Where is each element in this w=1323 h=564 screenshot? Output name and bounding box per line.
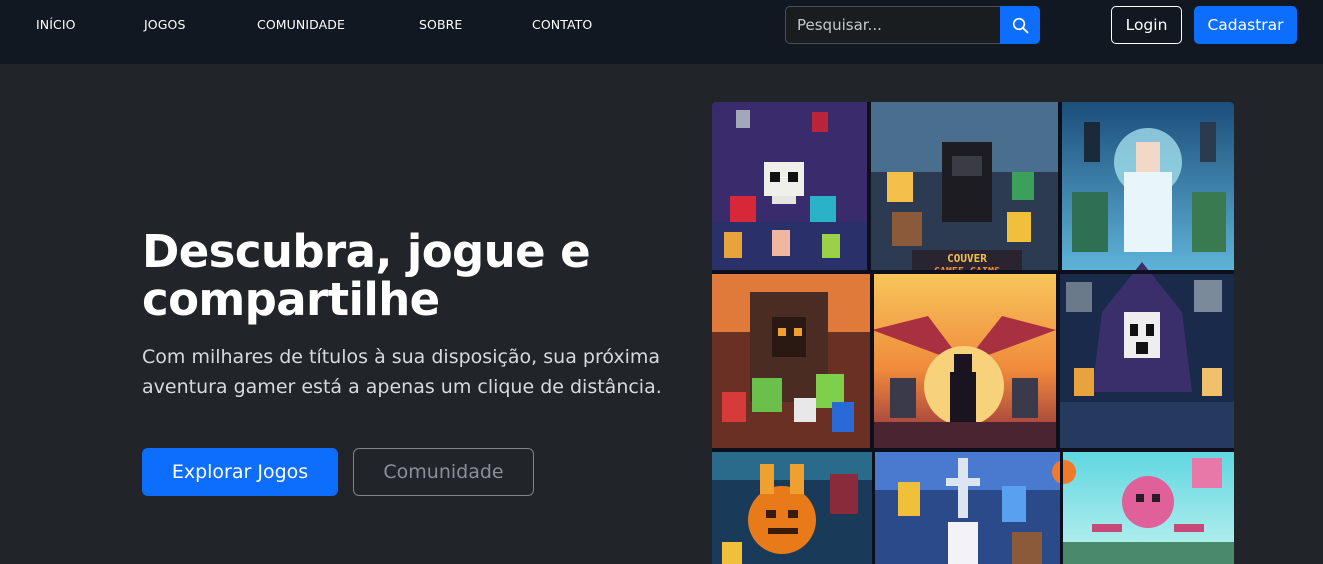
search-button[interactable] [1000,6,1040,44]
hero-pixel-art-image: COUVER CAMEE GAIMS [712,102,1234,564]
hero-title: Descubra, jogue e compartilhe [142,225,591,326]
image-caption-1: COUVER [947,252,987,265]
nav-link-contato[interactable]: CONTATO [532,16,592,34]
top-navbar: INÍCIO JOGOS COMUNIDADE SOBRE CONTATO Lo… [0,0,1323,64]
signup-button[interactable]: Cadastrar [1194,6,1297,44]
community-button[interactable]: Comunidade [353,448,534,496]
search-input[interactable] [785,6,1000,44]
login-button[interactable]: Login [1111,6,1182,44]
nav-link-sobre[interactable]: SOBRE [419,16,462,34]
explore-games-button[interactable]: Explorar Jogos [142,448,338,496]
nav-link-jogos[interactable]: JOGOS [144,16,186,34]
hero-description: Com milhares de títulos à sua disposição… [142,346,662,398]
pixel-art-collage: COUVER CAMEE GAIMS [712,102,1234,564]
search-icon [1012,17,1028,33]
nav-link-comunidade[interactable]: COMUNIDADE [257,16,345,34]
nav-link-inicio[interactable]: INÍCIO [36,16,76,34]
